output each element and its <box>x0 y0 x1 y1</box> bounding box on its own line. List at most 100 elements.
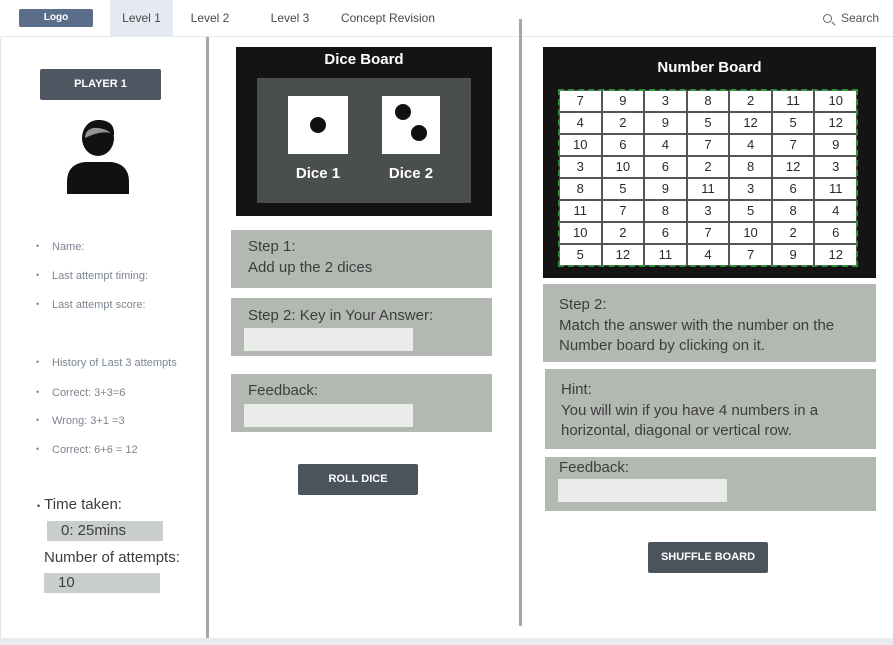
dice-pip <box>411 125 427 141</box>
number-cell[interactable]: 4 <box>686 244 730 266</box>
number-cell[interactable]: 11 <box>814 178 857 200</box>
number-cell[interactable]: 5 <box>559 244 602 266</box>
number-cell[interactable]: 11 <box>686 178 730 200</box>
player-button[interactable]: PLAYER 1 <box>40 69 161 100</box>
feedback-box: Feedback: <box>231 374 492 432</box>
number-cell[interactable]: 12 <box>814 112 857 134</box>
number-cell[interactable]: 10 <box>559 222 602 244</box>
right-feedback-box: Feedback: <box>545 457 876 511</box>
number-cell[interactable]: 5 <box>601 178 645 200</box>
number-cell[interactable]: 10 <box>559 134 602 156</box>
number-cell[interactable]: 11 <box>644 244 687 266</box>
dice-2-label: Dice 2 <box>388 165 434 182</box>
number-cell[interactable]: 2 <box>771 222 815 244</box>
top-nav: Logo Level 1 Level 2 Level 3 Concept Rev… <box>0 0 893 37</box>
info-name: Name: <box>36 241 84 253</box>
number-cell[interactable]: 4 <box>559 112 602 134</box>
number-board-title: Number Board <box>657 59 762 76</box>
match-instructions-box: Step 2: Match the answer with the number… <box>543 284 876 362</box>
tab-level-1[interactable]: Level 1 <box>110 0 173 37</box>
step1-title: Step 1: <box>248 238 296 255</box>
tab-level-3[interactable]: Level 3 <box>260 0 320 37</box>
right-divider <box>519 19 522 626</box>
number-cell[interactable]: 6 <box>644 222 687 244</box>
number-cell[interactable]: 3 <box>644 90 687 112</box>
number-cell[interactable]: 8 <box>771 200 815 222</box>
number-cell[interactable]: 10 <box>601 156 645 178</box>
number-cell[interactable]: 9 <box>601 90 645 112</box>
history-item: Correct: 3+3=6 <box>36 387 125 399</box>
answer-input[interactable] <box>244 328 413 351</box>
number-board: Number Board 7 9 3 8 2 11 10 4 2 9 5 12 5 12 10 6 4 7 4 7 9 3… <box>543 47 876 278</box>
dice-1-label: Dice 1 <box>295 165 341 182</box>
feedback-label: Feedback: <box>248 382 319 399</box>
number-cell[interactable]: 12 <box>601 244 645 266</box>
attempts-value: 10 <box>44 573 160 593</box>
number-cell[interactable]: 12 <box>814 244 857 266</box>
number-cell[interactable]: 12 <box>771 156 815 178</box>
right-feedback-label: Feedback: <box>559 459 630 476</box>
number-cell[interactable]: 7 <box>771 134 815 156</box>
roll-dice-button[interactable]: ROLL DICE <box>298 464 418 495</box>
number-cell[interactable]: 2 <box>686 156 730 178</box>
number-cell[interactable]: 10 <box>814 90 857 112</box>
number-cell[interactable]: 4 <box>644 134 687 156</box>
number-cell[interactable]: 5 <box>771 112 815 134</box>
number-cell[interactable]: 7 <box>686 134 730 156</box>
tab-concept-revision[interactable]: Concept Revision <box>338 0 438 37</box>
dice-pip <box>395 104 411 120</box>
number-cell[interactable]: 5 <box>686 112 730 134</box>
dice-1 <box>288 96 348 154</box>
number-cell[interactable]: 8 <box>729 156 772 178</box>
number-cell[interactable]: 3 <box>686 200 730 222</box>
dice-area: Dice 1 Dice 2 <box>257 78 471 203</box>
number-cell[interactable]: 3 <box>814 156 857 178</box>
number-cell[interactable]: 9 <box>771 244 815 266</box>
number-cell[interactable]: 2 <box>729 90 772 112</box>
number-cell[interactable]: 10 <box>729 222 772 244</box>
info-last-attempt-timing: Last attempt timing: <box>36 270 148 282</box>
step2-answer-box: Step 2: Key in Your Answer: <box>231 298 492 356</box>
search-icon <box>822 14 832 23</box>
hint-line-1: You will win if you have 4 numbers in a <box>561 402 819 419</box>
time-taken-label: • Time taken: <box>37 496 122 513</box>
number-cell[interactable]: 11 <box>559 200 602 222</box>
number-cell[interactable]: 6 <box>644 156 687 178</box>
dice-board: Dice Board Dice 1 Dice 2 <box>236 47 492 216</box>
number-cell[interactable]: 3 <box>729 178 772 200</box>
tab-level-2[interactable]: Level 2 <box>180 0 240 37</box>
search-button[interactable]: Search <box>822 11 879 25</box>
step1-box: Step 1: Add up the 2 dices <box>231 230 492 288</box>
number-cell[interactable]: 2 <box>601 112 645 134</box>
number-cell[interactable]: 9 <box>814 134 857 156</box>
number-cell[interactable]: 4 <box>729 134 772 156</box>
dice-board-title: Dice Board <box>324 51 404 68</box>
number-cell[interactable]: 8 <box>644 200 687 222</box>
number-grid: 7 9 3 8 2 11 10 4 2 9 5 12 5 12 10 6 4 7 4 7 9 3 10 6 2 8 12 3 8 5 9 11… <box>558 89 858 267</box>
step2-match-line-2: Number board by clicking on it. <box>559 337 765 354</box>
bottom-bar <box>0 638 893 645</box>
number-cell[interactable]: 7 <box>601 200 645 222</box>
number-cell[interactable]: 8 <box>686 90 730 112</box>
number-cell[interactable]: 8 <box>559 178 602 200</box>
hint-line-2: horizontal, diagonal or vertical row. <box>561 422 792 439</box>
step1-text: Add up the 2 dices <box>248 259 373 276</box>
number-cell[interactable]: 5 <box>729 200 772 222</box>
number-cell[interactable]: 2 <box>601 222 645 244</box>
number-cell[interactable]: 6 <box>601 134 645 156</box>
shuffle-board-button[interactable]: SHUFFLE BOARD <box>648 542 768 573</box>
number-cell[interactable]: 7 <box>729 244 772 266</box>
number-cell[interactable]: 7 <box>559 90 602 112</box>
number-cell[interactable]: 3 <box>559 156 602 178</box>
step2-answer-label: Step 2: Key in Your Answer: <box>248 307 434 324</box>
dice-2 <box>382 96 440 154</box>
number-cell[interactable]: 11 <box>771 90 815 112</box>
number-cell[interactable]: 12 <box>729 112 772 134</box>
number-cell[interactable]: 6 <box>814 222 857 244</box>
logo[interactable]: Logo <box>19 9 93 27</box>
number-cell[interactable]: 4 <box>814 200 857 222</box>
number-cell[interactable]: 7 <box>686 222 730 244</box>
number-cell[interactable]: 9 <box>644 178 687 200</box>
number-cell[interactable]: 6 <box>771 178 815 200</box>
number-cell[interactable]: 9 <box>644 112 687 134</box>
